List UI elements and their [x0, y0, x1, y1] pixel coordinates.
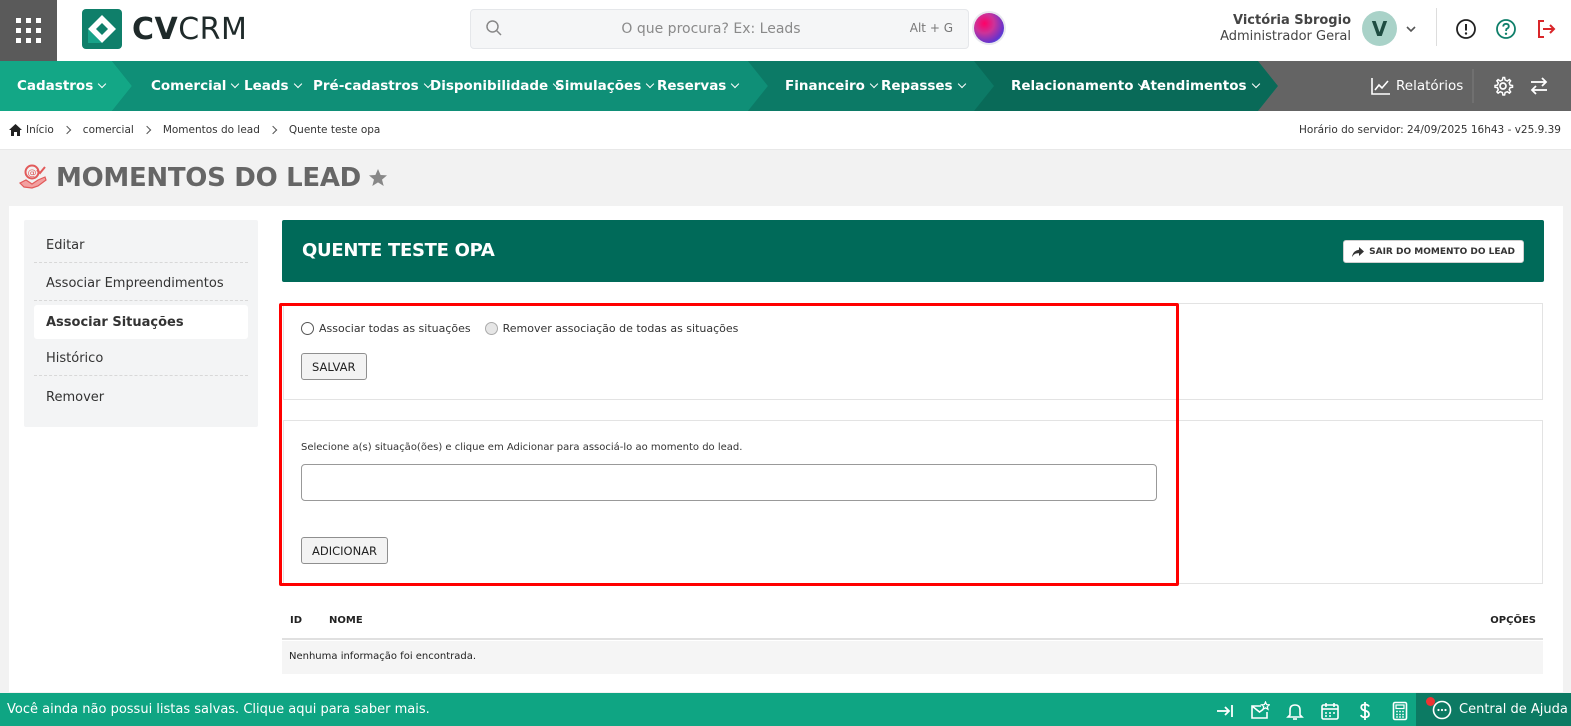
chevron-down-icon	[293, 79, 302, 89]
page-header: @ MOMENTOS DO LEAD	[18, 163, 388, 193]
svg-text:@: @	[28, 169, 37, 179]
chevron-right-icon	[62, 125, 72, 135]
exit-lead-moment-button[interactable]: SAIR DO MOMENTO DO LEAD	[1343, 240, 1524, 263]
breadcrumb-bar: Início comercial Momentos do lead Quente…	[0, 111, 1571, 150]
breadcrumb-current: Quente teste opa	[288, 124, 381, 136]
chat-bubble-icon	[1432, 700, 1452, 719]
main-navigation: Cadastros Comercial Leads Pré-cadastros …	[0, 61, 1571, 111]
remove-all-radio[interactable]	[484, 322, 498, 335]
ai-assistant-orb-icon[interactable]	[974, 13, 1004, 43]
add-situations-instruction: Selecione a(s) situação(ões) e clique em…	[301, 442, 743, 453]
nav-disponibilidade[interactable]: Disponibilidade	[430, 61, 562, 111]
lead-banner: QUENTE TESTE OPA SAIR DO MOMENTO DO LEAD	[282, 220, 1544, 282]
nav-simulacoes[interactable]: Simulações	[555, 61, 655, 111]
sidebar: Editar Associar Empreendimentos Associar…	[24, 220, 258, 427]
avatar[interactable]: V	[1362, 11, 1397, 46]
grid-icon	[16, 18, 41, 43]
chevron-right-icon	[268, 125, 278, 135]
dollar-icon[interactable]	[1355, 701, 1375, 721]
info-icon[interactable]	[1455, 18, 1477, 40]
remove-all-label[interactable]: Remover associação de todas as situações	[503, 322, 739, 335]
star-icon[interactable]	[368, 168, 388, 188]
line-chart-icon	[1371, 78, 1390, 95]
home-icon[interactable]	[9, 124, 22, 136]
search-shortcut-hint: Alt + G	[909, 21, 953, 35]
chevron-down-icon	[869, 79, 879, 89]
column-opcoes: OPÇÕES	[1490, 615, 1536, 626]
page-title: MOMENTOS DO LEAD	[56, 163, 361, 193]
chevron-right-icon	[142, 125, 152, 135]
top-header: CVCRM Alt + G Victória Sbrogio Administr…	[0, 0, 1571, 61]
saved-lists-message[interactable]: Você ainda não possui listas salvas. Cli…	[7, 702, 430, 717]
cvcrm-logo[interactable]: CVCRM	[82, 9, 247, 49]
chevron-down-icon	[645, 79, 655, 89]
notification-dot	[1426, 697, 1435, 706]
gear-icon[interactable]	[1492, 75, 1514, 97]
chevron-down-icon	[731, 79, 740, 89]
share-arrow-icon	[1352, 246, 1365, 257]
chevron-down-icon[interactable]	[1404, 22, 1418, 36]
help-center-button[interactable]: Central de Ajuda	[1416, 693, 1571, 726]
mail-star-icon[interactable]	[1250, 701, 1270, 721]
user-name: Victória Sbrogio	[1232, 13, 1351, 28]
header-divider	[1436, 8, 1437, 46]
help-icon[interactable]	[1495, 18, 1517, 40]
situations-select-input[interactable]	[301, 464, 1157, 501]
sidebar-item-historico[interactable]: Histórico	[34, 342, 248, 376]
apps-menu-button[interactable]	[0, 0, 57, 61]
search-input[interactable]	[511, 10, 911, 48]
sidebar-item-associar-situacoes[interactable]: Associar Situações	[34, 305, 248, 339]
chevron-down-icon	[98, 79, 107, 89]
nav-relacionamento[interactable]: Relacionamento	[1011, 61, 1147, 111]
associate-all-radio[interactable]	[301, 322, 314, 335]
nav-leads[interactable]: Leads	[244, 61, 302, 111]
footer-bar: Você ainda não possui listas salvas. Cli…	[0, 693, 1571, 726]
breadcrumb: Início comercial Momentos do lead Quente…	[9, 124, 380, 136]
bell-icon[interactable]	[1285, 701, 1305, 721]
lead-title: QUENTE TESTE OPA	[302, 240, 495, 261]
user-info[interactable]: Victória Sbrogio Administrador Geral	[1220, 13, 1351, 45]
nav-atendimentos[interactable]: Atendimentos	[1140, 61, 1260, 111]
calendar-icon[interactable]	[1320, 701, 1340, 721]
nav-cadastros[interactable]: Cadastros	[17, 61, 107, 111]
chevron-down-icon	[231, 79, 240, 89]
breadcrumb-momentos[interactable]: Momentos do lead	[163, 124, 260, 136]
sidebar-item-editar[interactable]: Editar	[34, 229, 248, 263]
lead-moments-icon: @	[18, 164, 47, 189]
bulk-association-panel	[283, 303, 1543, 400]
column-nome[interactable]: NOME	[329, 615, 363, 626]
nav-reservas[interactable]: Reservas	[657, 61, 740, 111]
nav-repasses[interactable]: Repasses	[881, 61, 966, 111]
table-empty-row: Nenhuma informação foi encontrada.	[282, 641, 1543, 674]
bulk-association-options: Associar todas as situações Remover asso…	[301, 322, 738, 335]
add-button[interactable]: ADICIONAR	[301, 537, 389, 564]
calculator-icon[interactable]	[1390, 701, 1410, 721]
chevron-down-icon	[957, 79, 966, 89]
swap-arrows-icon[interactable]	[1528, 75, 1550, 97]
nav-pre-cadastros[interactable]: Pré-cadastros	[313, 61, 432, 111]
global-search: Alt + G	[470, 9, 969, 49]
user-role: Administrador Geral	[1220, 29, 1351, 44]
column-id[interactable]: ID	[290, 615, 302, 626]
logo-wordmark: CVCRM	[132, 11, 248, 47]
chevron-down-icon	[1251, 79, 1260, 89]
save-button[interactable]: SALVAR	[301, 353, 367, 380]
situations-table-header: ID NOME OPÇÕES	[282, 603, 1543, 640]
sidebar-item-remover[interactable]: Remover	[34, 380, 248, 414]
nav-financeiro[interactable]: Financeiro	[785, 61, 879, 111]
logout-icon[interactable]	[1535, 18, 1557, 40]
nav-relatorios[interactable]: Relatórios	[1371, 61, 1463, 111]
server-time: Horário do servidor: 24/09/2025 16h43 - …	[1299, 124, 1561, 136]
collapse-right-icon[interactable]	[1215, 701, 1235, 721]
sidebar-item-associar-empreendimentos[interactable]: Associar Empreendimentos	[34, 267, 248, 301]
logo-mark-icon	[82, 9, 122, 49]
associate-all-label[interactable]: Associar todas as situações	[319, 322, 471, 335]
nav-comercial[interactable]: Comercial	[151, 61, 240, 111]
search-icon	[486, 20, 502, 36]
breadcrumb-home[interactable]: Início	[26, 124, 54, 136]
breadcrumb-comercial[interactable]: comercial	[83, 124, 134, 136]
